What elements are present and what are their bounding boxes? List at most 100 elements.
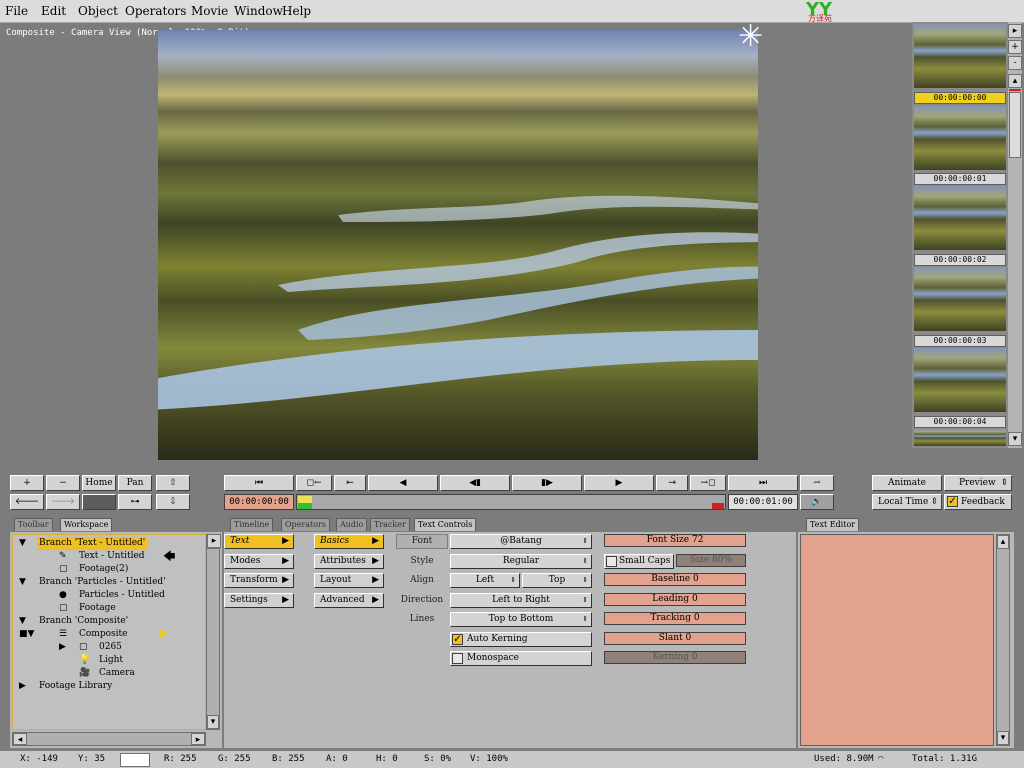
text-editor-scrollbar[interactable]: ▴ ▾ [996,534,1010,746]
direction-dropdown[interactable]: Left to Right ⇕ [450,593,592,608]
subcategory-advanced[interactable]: Advanced ▶ [314,593,384,608]
tree-expander-icon[interactable]: ▶ [19,680,26,693]
subcategory-attributes[interactable]: Attributes ▶ [314,554,384,569]
goto-start-icon[interactable]: ⏮ [224,475,294,491]
color-swatch-button[interactable] [82,494,116,510]
tree-row[interactable]: ■▼ ☰ Composite ➤ [13,627,205,641]
animate-button[interactable]: Animate [872,475,942,491]
tab-timeline[interactable]: Timeline [230,518,274,531]
thumbnail-frame[interactable] [914,267,1006,331]
forward-arrow-icon[interactable]: 🡒 [46,494,80,510]
scroll-up-icon[interactable]: ▴ [1008,74,1022,88]
tree-row[interactable]: ▼ Branch 'Text - Untitled' [13,537,205,550]
set-in-icon[interactable]: ◻← [296,475,332,491]
tree-row[interactable]: ▼ Branch 'Composite' [13,615,205,628]
tracking-slider[interactable]: Tracking 0 [604,612,746,625]
style-dropdown[interactable]: Regular ⇕ [450,554,592,569]
scroll-up-icon[interactable]: ▴ [997,535,1009,549]
thumbnail-frame[interactable] [914,348,1006,412]
link-tool-icon[interactable]: ⊶ [118,494,152,510]
end-time-field[interactable]: 00:00:01:00 [728,494,798,510]
menu-window[interactable]: Window [234,4,283,18]
preview-dropdown[interactable]: Preview ⇕ [944,475,1012,491]
tree-row[interactable]: ▶ ▢ 0265 [13,641,205,654]
step-forward-icon[interactable]: ▮▶ [512,475,582,491]
auto-kerning-toggle[interactable]: ✓ Auto Kerning [450,632,592,647]
zoom-plus-button[interactable]: + [10,475,44,491]
menu-file[interactable]: File [5,4,28,18]
audio-icon[interactable]: 🔈 [800,494,834,510]
tree-row[interactable]: ✎ Text - Untitled 🡄 [13,550,205,563]
align-horizontal-dropdown[interactable]: Left ⇕ [450,573,520,588]
tree-vscrollbar[interactable]: ▴ ▾ [206,534,220,730]
text-editor-area[interactable] [800,534,994,746]
category-modes[interactable]: Modes ▶ [224,554,294,569]
subcategory-layout[interactable]: Layout ▶ [314,573,384,588]
auto-kerning-checkbox[interactable]: ✓ [452,634,463,645]
scroll-down-icon[interactable]: ▾ [1008,432,1022,446]
step-back-icon[interactable]: ◀▮ [440,475,510,491]
tree-expander-icon[interactable]: ▶ [59,641,66,654]
time-slider[interactable] [296,494,726,510]
tree-row[interactable]: ▶ Footage Library [13,680,205,693]
font-dropdown[interactable]: @Batang ⇕ [450,534,592,549]
feedback-checkbox[interactable]: ✓ [947,496,958,507]
tree-row[interactable]: ▢ Footage [13,602,205,615]
zoom-out-icon[interactable]: - [1008,56,1022,70]
tree-row[interactable]: ▢ Footage(2) [13,563,205,576]
back-arrow-icon[interactable]: 🡐 [10,494,44,510]
font-size-slider[interactable]: Font Size 72 [604,534,746,547]
scroll-down-icon[interactable]: ▾ [207,715,219,729]
tree-row[interactable]: 🎥 Camera [13,667,205,680]
size-slider[interactable]: Size 80% [676,554,746,567]
slant-slider[interactable]: Slant 0 [604,632,746,645]
tree-expander-icon[interactable]: ▼ [19,537,26,550]
baseline-slider[interactable]: Baseline 0 [604,573,746,586]
tab-toolbar[interactable]: Toolbar [14,518,53,531]
tree-expander-icon[interactable]: ▼ [19,615,26,628]
time-slider-handle[interactable] [298,496,312,503]
leading-slider[interactable]: Leading 0 [604,593,746,606]
tab-audio[interactable]: Audio [336,518,368,531]
menu-help[interactable]: Help [282,4,311,18]
next-key-icon[interactable]: ⇥ [656,475,688,491]
small-caps-checkbox[interactable] [606,556,617,567]
thumbnail-frame[interactable] [914,24,1006,88]
menu-movie[interactable]: Movie [191,4,228,18]
scroll-left-icon[interactable]: ◂ [13,733,27,745]
scroll-right-icon[interactable]: ▸ [1008,24,1022,38]
prev-key-icon[interactable]: ⇤ [334,475,366,491]
tree-row[interactable]: ▼ Branch 'Particles - Untitled' [13,576,205,589]
up-arrow-icon[interactable]: ⇧ [156,475,190,491]
loop-icon[interactable]: ⇀ [800,475,834,491]
goto-end-icon[interactable]: ⏭ [728,475,798,491]
tree-hscrollbar[interactable]: ◂ ▸ [12,732,206,746]
set-out-icon[interactable]: →◻ [690,475,726,491]
tree-row[interactable]: 💡 Light [13,654,205,667]
thumbnail-scrollbar[interactable]: ▸ + - ▴ ▾ [1008,22,1022,448]
menu-object[interactable]: Object [78,4,118,18]
tab-tracker[interactable]: Tracker [370,518,410,531]
scroll-thumb[interactable] [1009,92,1021,158]
monospace-toggle[interactable]: Monospace [450,651,592,666]
local-time-dropdown[interactable]: Local Time ⇕ [872,494,942,510]
collapse-panel-icon[interactable]: ▸ [207,534,221,548]
tab-operators[interactable]: Operators [281,518,330,531]
tab-text-controls[interactable]: Text Controls [414,518,477,531]
thumbnail-frame[interactable] [914,186,1006,250]
thumbnail-frame[interactable] [914,429,1006,446]
download-icon[interactable]: ⇩ [156,494,190,510]
thumbnail-frame[interactable] [914,106,1006,170]
tab-workspace[interactable]: Workspace [60,518,113,531]
start-time-field[interactable]: 00:00:00:00 [224,494,294,510]
play-reverse-icon[interactable]: ◀ [368,475,438,491]
lines-dropdown[interactable]: Top to Bottom ⇕ [450,612,592,627]
subcategory-basics[interactable]: Basics ▶ [314,534,384,549]
pan-button[interactable]: Pan [118,475,152,491]
scroll-right-icon[interactable]: ▸ [191,733,205,745]
zoom-in-icon[interactable]: + [1008,40,1022,54]
zoom-minus-button[interactable]: − [46,475,80,491]
tree-row[interactable]: ● Particles - Untitled [13,589,205,602]
play-icon[interactable]: ▶ [584,475,654,491]
monospace-checkbox[interactable] [452,653,463,664]
